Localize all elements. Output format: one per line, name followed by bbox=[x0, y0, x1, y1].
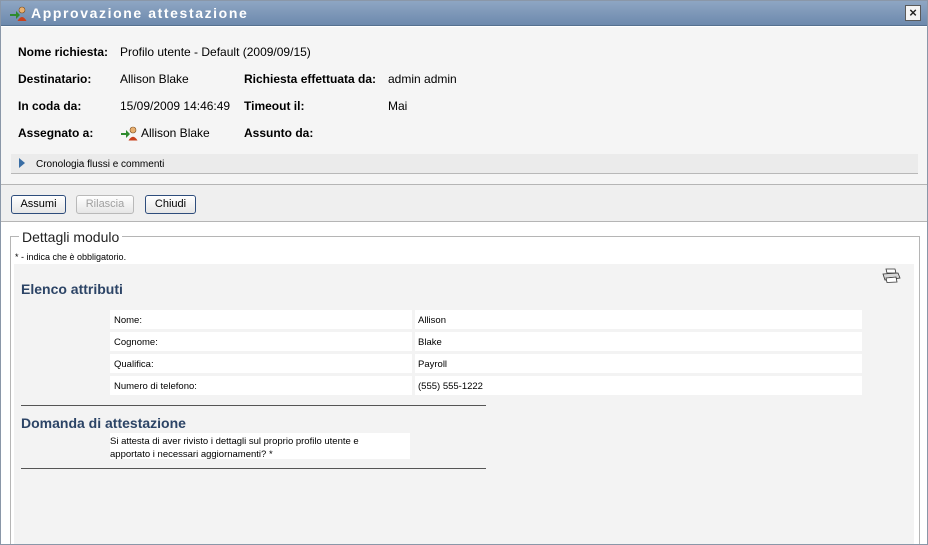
question-section-title: Domanda di attestazione bbox=[21, 415, 186, 431]
claim-button[interactable]: Assumi bbox=[11, 195, 66, 214]
release-button[interactable]: Rilascia bbox=[76, 195, 134, 214]
queued-label: In coda da: bbox=[18, 99, 82, 113]
attestation-question: Si attesta di aver rivisto i dettagli su… bbox=[110, 433, 410, 460]
flow-history-label: Cronologia flussi e commenti bbox=[36, 159, 165, 170]
attribute-label: Numero di telefono: bbox=[110, 376, 412, 395]
attribute-label: Qualifica: bbox=[110, 354, 412, 373]
window-title: Approvazione attestazione bbox=[31, 5, 249, 21]
close-button[interactable]: Chiudi bbox=[145, 195, 196, 214]
requested-by-label: Richiesta effettuata da: bbox=[244, 72, 377, 86]
recipient-label: Destinatario: bbox=[18, 72, 92, 86]
assigned-value: Allison Blake bbox=[141, 126, 210, 140]
claimed-label: Assunto da: bbox=[244, 126, 314, 140]
section-divider bbox=[21, 405, 486, 406]
flow-history-toggle[interactable]: Cronologia flussi e commenti bbox=[11, 154, 918, 174]
attributes-section-title: Elenco attributi bbox=[21, 281, 123, 297]
attribute-value: (555) 555-1222 bbox=[415, 376, 862, 395]
question-line-2: apportato i necessari aggiornamenti? * bbox=[110, 449, 273, 460]
queued-value: 15/09/2009 14:46:49 bbox=[120, 99, 231, 113]
request-name-label: Nome richiesta: bbox=[18, 45, 109, 59]
user-task-icon bbox=[10, 6, 27, 21]
attribute-value: Allison bbox=[415, 310, 862, 329]
action-toolbar: Assumi Rilascia Chiudi bbox=[1, 184, 927, 222]
question-line-1: Si attesta di aver rivisto i dettagli su… bbox=[110, 436, 359, 447]
title-bar: Approvazione attestazione × bbox=[1, 1, 927, 26]
section-divider bbox=[21, 468, 486, 469]
assigned-label: Assegnato a: bbox=[18, 126, 94, 140]
attestation-approval-window: Approvazione attestazione × Nome richies… bbox=[0, 0, 928, 545]
attribute-value: Payroll bbox=[415, 354, 862, 373]
attribute-label: Nome: bbox=[110, 310, 412, 329]
timeout-value: Mai bbox=[388, 99, 408, 113]
timeout-label: Timeout il: bbox=[244, 99, 305, 113]
attribute-value: Blake bbox=[415, 332, 862, 351]
required-note: * - indica che è obbligatorio. bbox=[15, 252, 127, 262]
attribute-row: Nome: Allison bbox=[110, 310, 862, 329]
expand-arrow-icon bbox=[19, 158, 25, 168]
recipient-value: Allison Blake bbox=[120, 72, 189, 86]
user-icon bbox=[121, 126, 138, 141]
close-window-button[interactable]: × bbox=[905, 5, 921, 21]
form-details-legend: Dettagli modulo bbox=[19, 229, 123, 245]
requested-by-value: admin admin bbox=[388, 72, 457, 86]
attribute-row: Qualifica: Payroll bbox=[110, 354, 862, 373]
request-info-panel: Nome richiesta: Profilo utente - Default… bbox=[1, 27, 927, 184]
attribute-row: Cognome: Blake bbox=[110, 332, 862, 351]
request-name-value: Profilo utente - Default (2009/09/15) bbox=[120, 45, 311, 59]
attribute-label: Cognome: bbox=[110, 332, 412, 351]
print-icon[interactable] bbox=[881, 268, 901, 283]
attribute-row: Numero di telefono: (555) 555-1222 bbox=[110, 376, 862, 395]
